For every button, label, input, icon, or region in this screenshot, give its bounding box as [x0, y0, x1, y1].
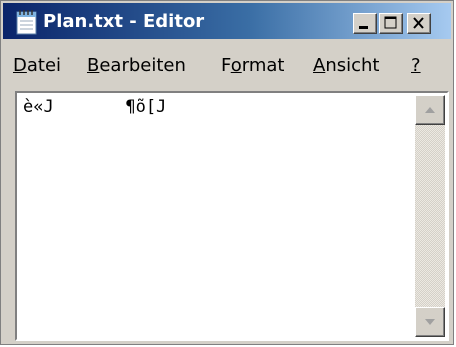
window-title: Plan.txt - Editor: [43, 11, 205, 32]
scroll-up-button[interactable]: [415, 95, 445, 125]
menu-bearbeiten-rest: earbeiten: [99, 55, 186, 76]
scroll-down-arrow-icon: [425, 319, 435, 325]
menu-ansicht-rest: nsicht: [325, 55, 380, 76]
maximize-button[interactable]: [379, 13, 403, 34]
menu-format[interactable]: Format: [221, 55, 284, 76]
notepad-icon[interactable]: [15, 9, 39, 35]
vertical-scrollbar[interactable]: [415, 95, 445, 337]
menu-help[interactable]: ?: [411, 55, 421, 76]
menu-datei[interactable]: Datei: [13, 55, 61, 76]
document-text[interactable]: è«J ¶õ[J: [23, 97, 411, 335]
notepad-window: Plan.txt - Editor Datei Bearbeiten Forma…: [0, 0, 454, 345]
menu-ansicht-accel: A: [313, 55, 326, 76]
menu-ansicht[interactable]: Ansicht: [313, 55, 379, 76]
text-editor-area[interactable]: è«J ¶õ[J: [15, 91, 449, 341]
menu-datei-rest: atei: [26, 55, 62, 76]
menu-bar: Datei Bearbeiten Format Ansicht ?: [3, 41, 451, 91]
scroll-down-button[interactable]: [415, 307, 445, 337]
close-button[interactable]: [407, 13, 431, 34]
minimize-icon: [359, 26, 368, 29]
menu-format-pre: F: [221, 55, 231, 76]
menu-datei-accel: D: [13, 55, 27, 76]
menu-bearbeiten[interactable]: Bearbeiten: [87, 55, 186, 76]
scroll-up-arrow-icon: [425, 107, 435, 113]
menu-bearbeiten-accel: B: [87, 55, 100, 76]
menu-format-rest: rmat: [241, 55, 285, 76]
minimize-button[interactable]: [353, 13, 377, 34]
menu-format-accel: o: [230, 55, 242, 76]
maximize-icon: [384, 16, 397, 29]
title-bar[interactable]: Plan.txt - Editor: [3, 3, 451, 39]
close-icon: [413, 17, 424, 29]
